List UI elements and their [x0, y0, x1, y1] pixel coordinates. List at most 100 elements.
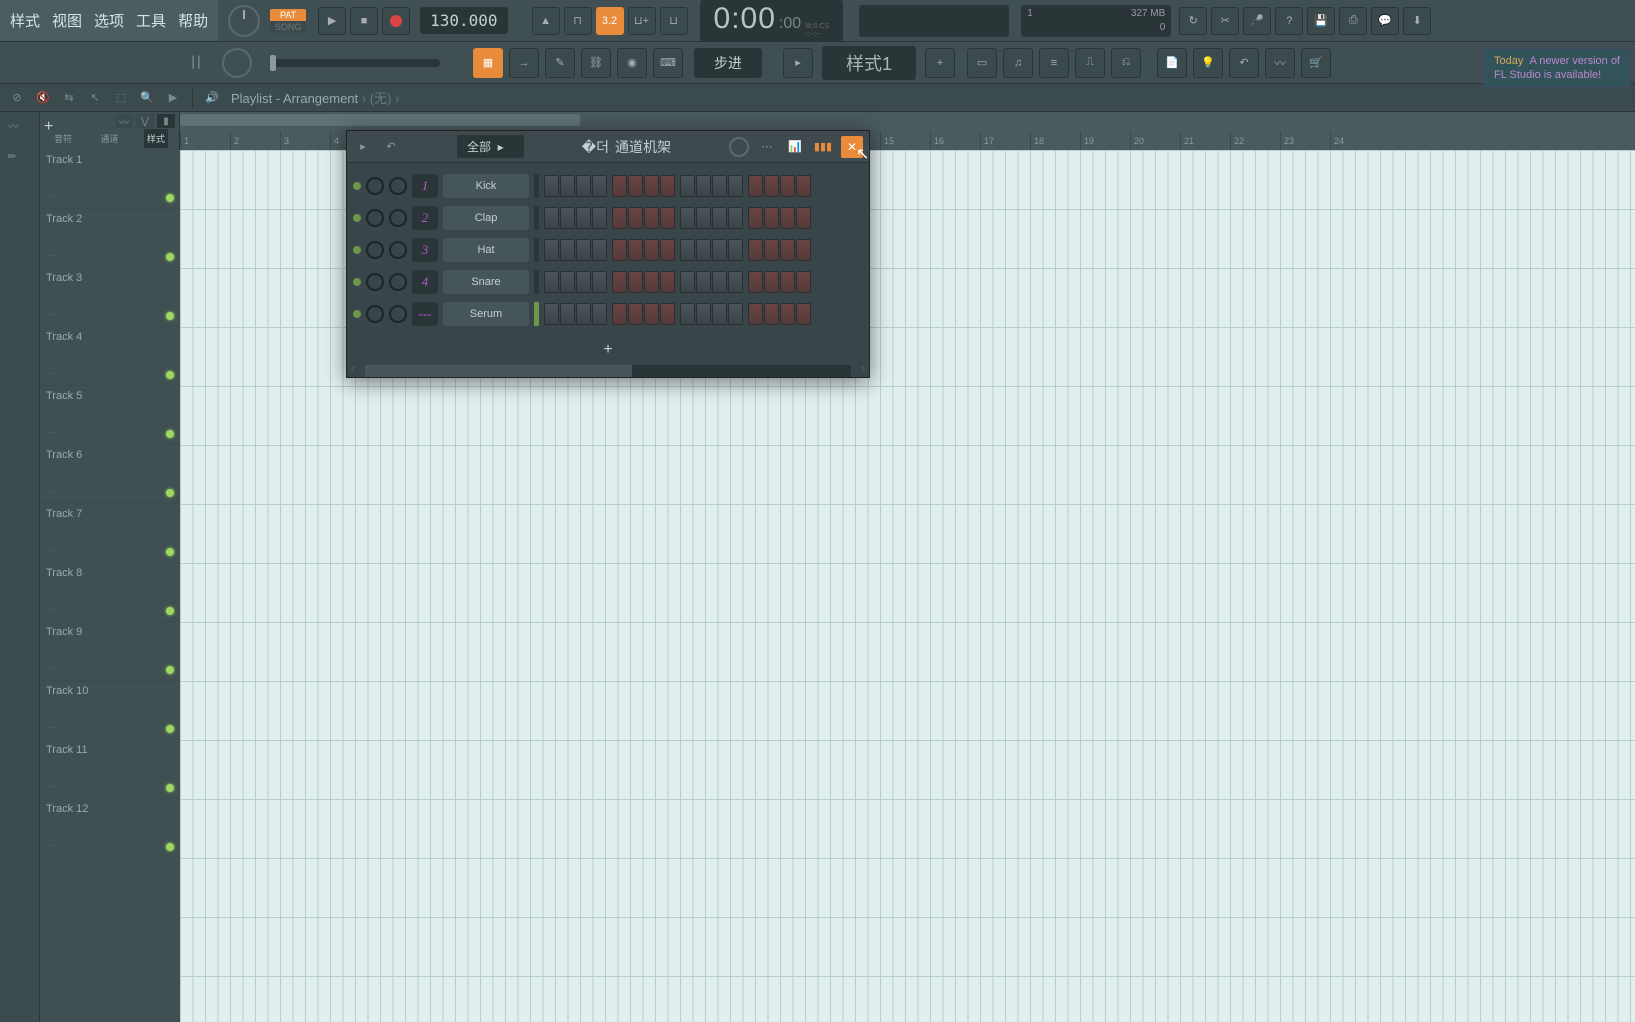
- step-button[interactable]: [680, 271, 695, 293]
- step-button[interactable]: [780, 239, 795, 261]
- step-button[interactable]: [696, 175, 711, 197]
- step-button[interactable]: [748, 239, 763, 261]
- channel-number[interactable]: ---: [412, 302, 438, 326]
- menu-help[interactable]: 帮助: [172, 2, 214, 39]
- step-button[interactable]: [696, 207, 711, 229]
- step-button[interactable]: [560, 175, 575, 197]
- tool-file-icon[interactable]: 📄: [1157, 48, 1187, 78]
- track-led-icon[interactable]: [166, 253, 174, 261]
- step-button[interactable]: [560, 303, 575, 325]
- tool-select-icon[interactable]: ⬚: [110, 87, 132, 109]
- timeline-tick[interactable]: 16: [930, 132, 980, 150]
- channel-number[interactable]: 4: [412, 270, 438, 294]
- channel-vol-knob[interactable]: [389, 241, 407, 259]
- step-button[interactable]: [544, 239, 559, 261]
- step-button[interactable]: [712, 303, 727, 325]
- panel-browser-icon[interactable]: ◉: [617, 48, 647, 78]
- play-button[interactable]: ▶: [318, 7, 346, 35]
- step-button[interactable]: [628, 175, 643, 197]
- step-button[interactable]: [764, 271, 779, 293]
- pat-mode[interactable]: PAT: [270, 9, 306, 21]
- menu-options[interactable]: 选项: [88, 2, 130, 39]
- rack-graph-icon[interactable]: 📊: [785, 137, 805, 157]
- step-button[interactable]: [660, 175, 675, 197]
- th-tab-3[interactable]: 样式: [144, 129, 168, 148]
- timeline-tick[interactable]: 2: [230, 132, 280, 150]
- tool-mute-icon[interactable]: 🔇: [32, 87, 54, 109]
- step-button[interactable]: [628, 303, 643, 325]
- timeline-tick[interactable]: 23: [1280, 132, 1330, 150]
- step-button[interactable]: [780, 271, 795, 293]
- track-row[interactable]: Track 2…: [40, 209, 180, 268]
- timeline-tick[interactable]: 3: [280, 132, 330, 150]
- step-button[interactable]: [680, 239, 695, 261]
- step-button[interactable]: [628, 207, 643, 229]
- step-button[interactable]: [696, 303, 711, 325]
- view-channelrack-icon[interactable]: ≡: [1039, 48, 1069, 78]
- step-button[interactable]: [660, 239, 675, 261]
- step-button[interactable]: [660, 303, 675, 325]
- th-tab-2[interactable]: 通道: [97, 129, 121, 148]
- update-notification[interactable]: Today A newer version ofFL Studio is ava…: [1483, 48, 1631, 88]
- tool-disable-icon[interactable]: ⊘: [6, 87, 28, 109]
- step-button[interactable]: [748, 303, 763, 325]
- tool-undo-icon[interactable]: ↶: [1229, 48, 1259, 78]
- track-led-icon[interactable]: [166, 843, 174, 851]
- track-led-icon[interactable]: [166, 607, 174, 615]
- song-mode[interactable]: SONG: [270, 21, 306, 33]
- track-row[interactable]: Track 4…: [40, 327, 180, 386]
- channel-pan-knob[interactable]: [366, 241, 384, 259]
- tempo-display[interactable]: 130.000: [420, 7, 507, 34]
- master-pitch-slider[interactable]: [270, 59, 440, 67]
- timeline-tick[interactable]: 17: [980, 132, 1030, 150]
- step-button[interactable]: [576, 303, 591, 325]
- track-led-icon[interactable]: [166, 371, 174, 379]
- step-button[interactable]: [576, 207, 591, 229]
- channel-name-button[interactable]: Kick: [443, 174, 529, 198]
- step-button[interactable]: [592, 303, 607, 325]
- step-button[interactable]: [544, 303, 559, 325]
- channel-name-button[interactable]: Serum: [443, 302, 529, 326]
- tool-shop-icon[interactable]: 🛒: [1301, 48, 1331, 78]
- channel-led-icon[interactable]: [353, 278, 361, 286]
- step-button[interactable]: [796, 271, 811, 293]
- step-button[interactable]: [748, 271, 763, 293]
- rack-filter-dropdown[interactable]: 全部 ▸: [457, 135, 524, 158]
- channel-vol-knob[interactable]: [389, 177, 407, 195]
- step-button[interactable]: [576, 239, 591, 261]
- rack-play-icon[interactable]: ▸: [353, 137, 373, 157]
- track-row[interactable]: Track 11…: [40, 740, 180, 799]
- panel-pianoroll-icon[interactable]: →: [509, 48, 539, 78]
- step-button[interactable]: [660, 271, 675, 293]
- step-button[interactable]: [712, 207, 727, 229]
- timeline-tick[interactable]: 19: [1080, 132, 1130, 150]
- track-row[interactable]: Track 12…: [40, 799, 180, 858]
- step-button[interactable]: [612, 207, 627, 229]
- prev-pattern-button[interactable]: ▸: [783, 48, 813, 78]
- countdown-icon[interactable]: 3.2: [596, 7, 624, 35]
- step-button[interactable]: [644, 207, 659, 229]
- track-led-icon[interactable]: [166, 725, 174, 733]
- channel-number[interactable]: 2: [412, 206, 438, 230]
- step-button[interactable]: [764, 303, 779, 325]
- timeline-tick[interactable]: 15: [880, 132, 930, 150]
- pat-song-switch[interactable]: PAT SONG: [270, 9, 306, 33]
- channel-led-icon[interactable]: [353, 246, 361, 254]
- pattern-name-display[interactable]: 样式1: [822, 46, 916, 80]
- step-button[interactable]: [612, 303, 627, 325]
- header-tab-auto-icon[interactable]: ⋁: [136, 114, 154, 128]
- step-button[interactable]: [612, 271, 627, 293]
- step-button[interactable]: [764, 207, 779, 229]
- menu-pattern[interactable]: 样式: [4, 2, 46, 39]
- track-row[interactable]: Track 5…: [40, 386, 180, 445]
- step-button[interactable]: [748, 175, 763, 197]
- track-row[interactable]: Track 7…: [40, 504, 180, 563]
- time-display[interactable]: 0:00 :00 M:S:CS-:--:--: [700, 0, 844, 41]
- typing-keyboard-icon[interactable]: ⌨: [653, 48, 683, 78]
- panel-paint-icon[interactable]: ✎: [545, 48, 575, 78]
- brush-tool-icon[interactable]: ✏: [8, 150, 32, 174]
- step-button[interactable]: [560, 271, 575, 293]
- step-button[interactable]: [612, 239, 627, 261]
- stop-button[interactable]: ■: [350, 7, 378, 35]
- step-button[interactable]: [680, 175, 695, 197]
